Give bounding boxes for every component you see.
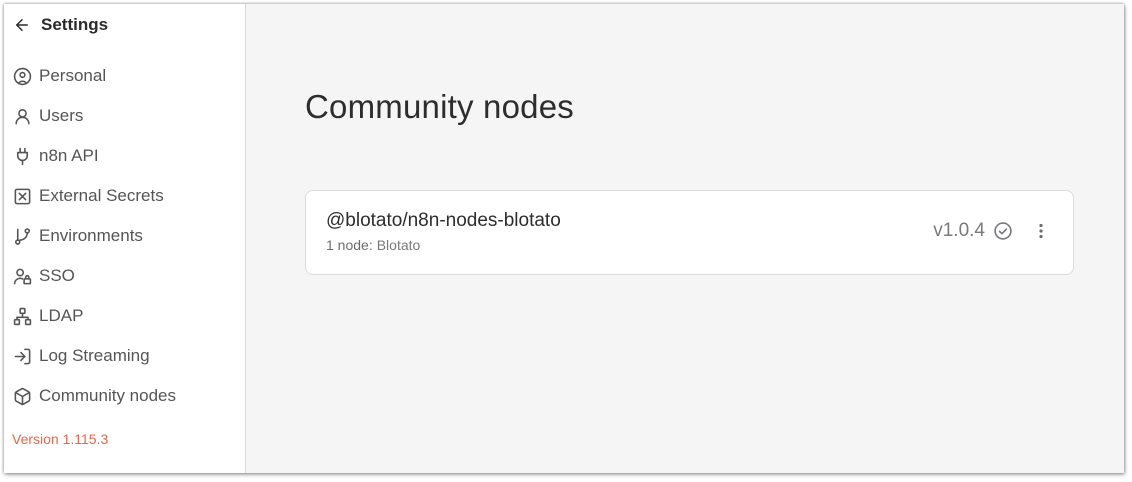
package-actions: v1.0.4: [933, 220, 1051, 242]
check-circle-icon: [993, 221, 1013, 241]
sidebar-item-label: Environments: [39, 226, 143, 245]
sidebar-item-community-nodes[interactable]: Community nodes: [12, 376, 238, 416]
sidebar-item-n8n-api[interactable]: n8n API: [12, 136, 238, 176]
package-card: @blotato/n8n-nodes-blotato 1 node: Blotat…: [305, 190, 1074, 275]
arrow-left-icon: [13, 16, 31, 34]
sidebar-item-label: Users: [39, 106, 84, 125]
sidebar-item-label: n8n API: [39, 146, 99, 165]
settings-sidebar: Settings Personal Users n8n API External…: [4, 4, 246, 473]
sidebar-item-label: External Secrets: [39, 186, 164, 205]
settings-nav: Personal Users n8n API External Secrets: [12, 56, 238, 416]
sidebar-item-label: LDAP: [39, 306, 84, 325]
sidebar-item-environments[interactable]: Environments: [12, 216, 238, 256]
sidebar-item-external-secrets[interactable]: External Secrets: [12, 176, 238, 216]
sidebar-item-log-streaming[interactable]: Log Streaming: [12, 336, 238, 376]
network-icon: [12, 306, 32, 326]
sidebar-item-label: Personal: [39, 66, 107, 85]
sidebar-item-label: Log Streaming: [39, 346, 150, 365]
package-name: @blotato/n8n-nodes-blotato: [326, 210, 561, 231]
more-vertical-icon[interactable]: [1031, 223, 1051, 239]
version-link[interactable]: Version 1.115.3: [12, 431, 108, 447]
node-list: Blotato: [376, 237, 421, 253]
sidebar-item-sso[interactable]: SSO: [12, 256, 238, 296]
package-meta: 1 node: Blotato: [326, 237, 420, 253]
git-branch-icon: [12, 226, 32, 246]
sidebar-item-label: SSO: [39, 266, 75, 285]
sidebar-title: Settings: [41, 15, 109, 34]
x-square-icon: [12, 186, 32, 206]
main-content: Community nodes @blotato/n8n-nodes-blota…: [246, 4, 1124, 473]
node-count: 1 node:: [326, 237, 373, 253]
page-title: Community nodes: [305, 88, 574, 125]
user-icon: [12, 106, 32, 126]
user-lock-icon: [12, 266, 32, 286]
user-circle-icon: [12, 66, 32, 86]
sidebar-item-users[interactable]: Users: [12, 96, 238, 136]
box-icon: [12, 386, 32, 406]
sidebar-item-label: Community nodes: [39, 386, 177, 405]
sidebar-item-ldap[interactable]: LDAP: [12, 296, 238, 336]
back-to-app-button[interactable]: Settings: [13, 15, 108, 35]
plug-icon: [12, 146, 32, 166]
package-version: v1.0.4: [933, 220, 985, 241]
settings-window: Settings Personal Users n8n API External…: [4, 4, 1124, 473]
sidebar-item-personal[interactable]: Personal: [12, 56, 238, 96]
log-in-icon: [12, 346, 32, 366]
